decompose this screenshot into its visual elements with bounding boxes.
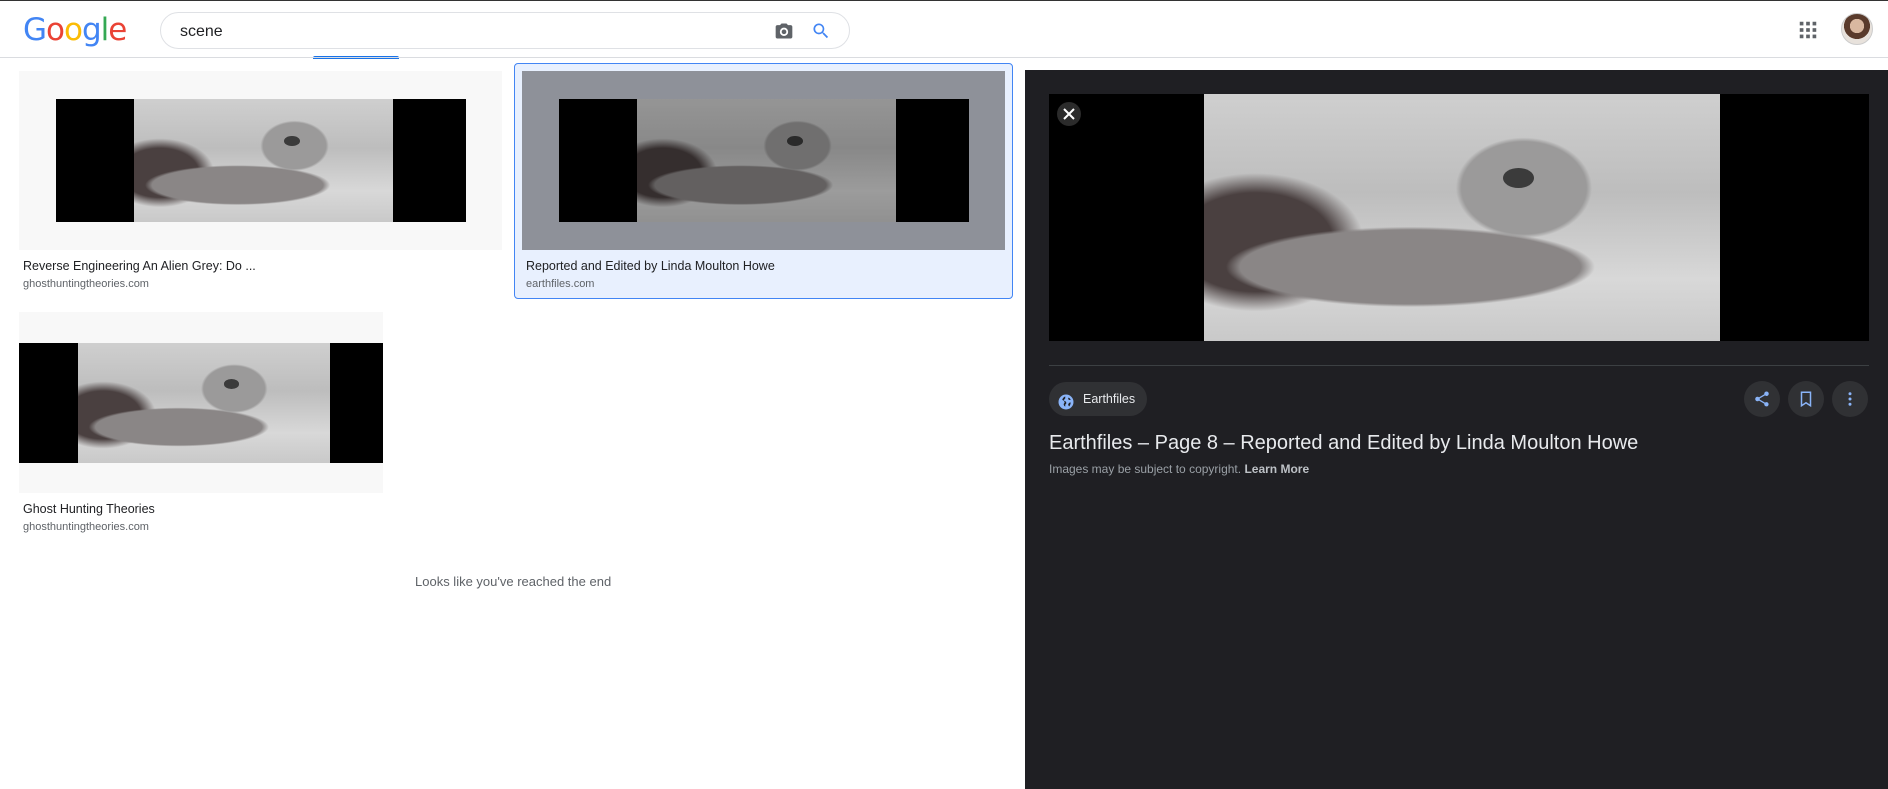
search-box[interactable] bbox=[160, 12, 850, 49]
end-of-results-message: Looks like you've reached the end bbox=[415, 574, 612, 589]
result-image bbox=[19, 343, 383, 463]
search-icon[interactable] bbox=[811, 21, 831, 41]
logo-letter: G bbox=[23, 12, 47, 48]
share-button[interactable] bbox=[1744, 381, 1780, 417]
copyright-text: Images may be subject to copyright. bbox=[1049, 462, 1242, 476]
result-image bbox=[559, 99, 969, 222]
camera-icon[interactable] bbox=[773, 21, 795, 41]
panel-divider bbox=[1049, 365, 1869, 366]
source-name: Earthfiles bbox=[1083, 392, 1136, 406]
bookmark-icon bbox=[1800, 391, 1812, 408]
result-caption[interactable]: Ghost Hunting Theories bbox=[23, 502, 155, 516]
result-domain: ghosthuntingtheories.com bbox=[23, 278, 149, 290]
result-thumbnail[interactable] bbox=[19, 312, 383, 493]
logo-letter: o bbox=[64, 12, 83, 48]
close-button[interactable] bbox=[1057, 102, 1081, 126]
more-vert-icon bbox=[1848, 392, 1852, 406]
search-input[interactable] bbox=[180, 21, 740, 43]
preview-title[interactable]: Earthfiles – Page 8 – Reported and Edite… bbox=[1049, 432, 1638, 455]
globe-icon bbox=[1057, 390, 1075, 410]
result-domain: earthfiles.com bbox=[526, 278, 595, 290]
logo-letter: l bbox=[100, 12, 110, 48]
header-divider bbox=[0, 57, 1888, 58]
logo-letter: g bbox=[81, 12, 102, 48]
image-preview-panel: Earthfiles Earthfiles – Page 8 – Reporte… bbox=[1025, 70, 1888, 789]
logo-letter: o bbox=[46, 12, 65, 48]
google-logo[interactable]: Google bbox=[23, 12, 127, 48]
apps-grid-icon[interactable] bbox=[1797, 19, 1819, 41]
top-bar: Google bbox=[0, 0, 1888, 59]
result-card-selected[interactable]: Reported and Edited by Linda Moulton How… bbox=[514, 63, 1013, 299]
copyright-notice: Images may be subject to copyright. Lear… bbox=[1049, 462, 1309, 476]
result-image bbox=[56, 99, 466, 222]
result-thumbnail[interactable] bbox=[19, 71, 502, 250]
result-caption[interactable]: Reported and Edited by Linda Moulton How… bbox=[526, 259, 775, 273]
result-thumbnail[interactable] bbox=[522, 71, 1005, 250]
share-icon bbox=[1755, 391, 1769, 407]
account-avatar[interactable] bbox=[1841, 13, 1873, 45]
preview-image-area[interactable] bbox=[1049, 94, 1869, 341]
save-button[interactable] bbox=[1788, 381, 1824, 417]
result-card[interactable]: Reverse Engineering An Alien Grey: Do ..… bbox=[19, 71, 502, 296]
source-chip[interactable]: Earthfiles bbox=[1049, 382, 1148, 416]
logo-letter: e bbox=[108, 12, 127, 48]
close-icon bbox=[1063, 108, 1075, 120]
more-options-button[interactable] bbox=[1832, 381, 1868, 417]
learn-more-link[interactable]: Learn More bbox=[1244, 462, 1309, 476]
result-card[interactable]: Ghost Hunting Theories ghosthuntingtheor… bbox=[19, 312, 383, 537]
result-caption[interactable]: Reverse Engineering An Alien Grey: Do ..… bbox=[23, 259, 256, 273]
preview-image[interactable] bbox=[1204, 94, 1720, 341]
result-domain: ghosthuntingtheories.com bbox=[23, 521, 149, 533]
